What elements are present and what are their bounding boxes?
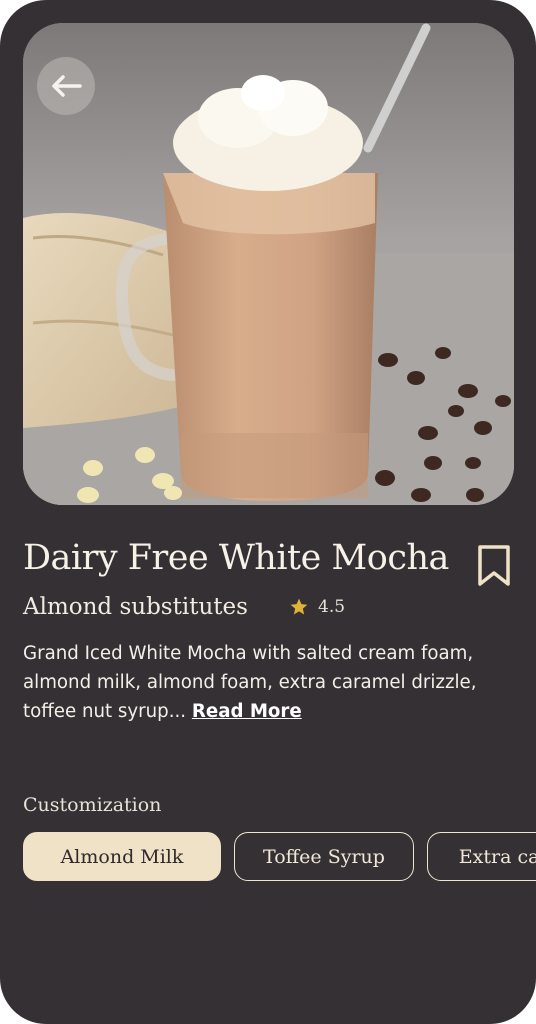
option-chip-extra-caramel[interactable]: Extra caramel <box>427 832 536 881</box>
product-title: Dairy Free White Mocha <box>23 538 449 578</box>
customization-label: Customization <box>23 794 162 816</box>
option-chip-toffee-syrup[interactable]: Toffee Syrup <box>234 832 414 881</box>
product-subtitle: Almond substitutes <box>23 594 248 620</box>
bookmark-icon <box>478 545 510 586</box>
rating: 4.5 <box>289 597 345 617</box>
bookmark-button[interactable] <box>474 544 514 588</box>
product-description: Grand Iced White Mocha with salted cream… <box>23 639 513 726</box>
product-detail-screen: Dairy Free White Mocha Almond substitute… <box>0 0 536 1024</box>
product-image <box>23 23 514 505</box>
star-icon <box>290 598 308 615</box>
customization-options: Almond Milk Toffee Syrup Extra caramel <box>23 832 536 881</box>
back-button[interactable] <box>37 57 95 115</box>
rating-value: 4.5 <box>318 597 346 617</box>
read-more-link[interactable]: Read More <box>192 701 302 722</box>
arrow-left-icon <box>52 75 82 97</box>
iced-mocha-photo <box>23 23 514 505</box>
option-chip-almond-milk[interactable]: Almond Milk <box>23 832 221 881</box>
